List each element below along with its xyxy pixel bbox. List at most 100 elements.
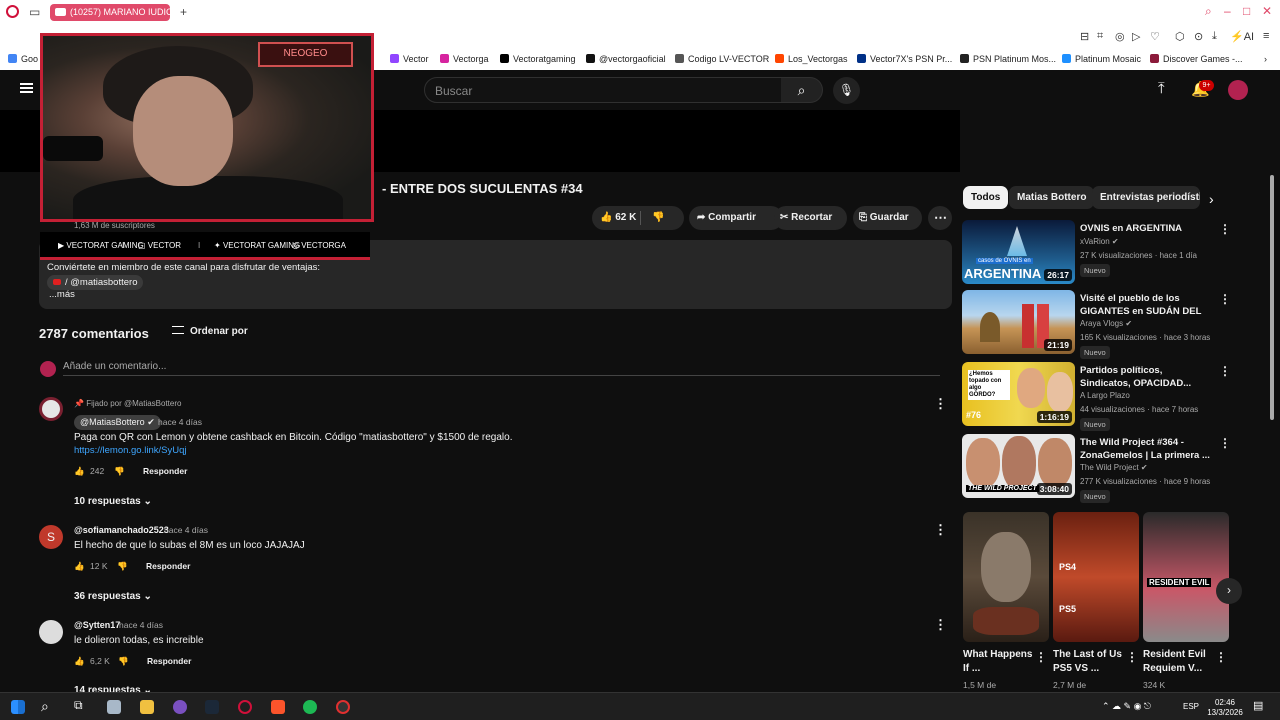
maximize-icon[interactable]: □ (1243, 4, 1250, 18)
search-button[interactable]: ⌕ (781, 77, 823, 103)
comment-avatar[interactable] (39, 620, 63, 644)
app-icon[interactable] (173, 700, 187, 714)
comment-menu-icon[interactable]: ⋮ (934, 522, 947, 538)
snapshot-icon[interactable]: ⌗ (1097, 30, 1103, 43)
like-icon[interactable]: 👍 (74, 466, 85, 477)
bookmark-item[interactable]: PSN Platinum Mos... (960, 54, 1056, 64)
minimize-icon[interactable]: – (1224, 4, 1231, 18)
upload-icon[interactable]: ⤒ (1158, 80, 1165, 97)
like-dislike-button[interactable]: 👍 62 K 👎 (592, 206, 684, 230)
search-tabs-icon[interactable]: ⌕ (1205, 4, 1212, 19)
workspaces-icon[interactable]: ▭ (29, 5, 40, 19)
notifications-icon[interactable]: ▤ (1253, 699, 1263, 712)
short-thumbnail[interactable]: RESIDENT EVIL (1143, 512, 1229, 642)
video-thumbnail[interactable]: ¿Hemos topado con algo GORDO? #76 1:16:1… (962, 362, 1075, 426)
related-video[interactable]: casos de OVNIS en ARGENTINA 26:17 OVNIS … (962, 220, 1232, 286)
related-video[interactable]: THE WILD PROJECT 3:08:40 The Wild Projec… (962, 434, 1232, 503)
page-scrollbar[interactable] (1270, 175, 1274, 420)
comment-author[interactable]: @sofiamanchado2523 (74, 525, 169, 535)
file-explorer-icon[interactable] (140, 700, 154, 714)
bookmark-item[interactable]: @vectorgaoficial (586, 54, 666, 64)
channel-name[interactable]: xVaRion ✔ (1080, 237, 1119, 246)
short-thumbnail[interactable]: PS4 PS5 (1053, 512, 1139, 642)
bookmark-item[interactable]: Los_Vectorgas (775, 54, 848, 64)
chip-interviews[interactable]: Entrevistas periodístic (1092, 186, 1200, 209)
extensions-icon[interactable]: ⬡ (1175, 30, 1185, 43)
chevron-right-icon[interactable]: › (1209, 191, 1214, 207)
search-icon[interactable]: ⌕ (41, 698, 49, 715)
voice-search-button[interactable]: 🎙 (833, 77, 860, 104)
video-menu-icon[interactable]: ⋮ (1219, 436, 1231, 450)
channel-link-chip[interactable]: / @matiasbottero (47, 275, 144, 290)
short-menu-icon[interactable]: ⋮ (1126, 650, 1138, 664)
comment-author[interactable]: @Sytten17 (74, 620, 120, 630)
opera-logo-icon[interactable] (6, 5, 19, 18)
short-title[interactable]: Resident Evil Requiem V... (1143, 648, 1221, 676)
reply-button[interactable]: Responder (146, 561, 190, 571)
chip-channel[interactable]: Matias Bottero (1009, 186, 1095, 209)
description-more[interactable]: ...más (49, 289, 75, 300)
video-menu-icon[interactable]: ⋮ (1219, 292, 1231, 306)
channel-name[interactable]: The Wild Project ✔ (1080, 463, 1148, 472)
channel-name[interactable]: A Largo Plazo (1080, 391, 1130, 400)
replies-toggle[interactable]: 10 respuestas ⌄ (74, 496, 152, 507)
comment-date[interactable]: hace 4 días (119, 620, 163, 630)
dislike-icon[interactable]: 👎 (118, 656, 129, 667)
extension-icon[interactable]: ⊟ (1080, 30, 1089, 43)
close-icon[interactable]: ✕ (1262, 4, 1272, 18)
comment-author[interactable]: @MatiasBottero ✔ (74, 415, 161, 430)
related-video[interactable]: 21:19 Visité el pueblo de los GIGANTES e… (962, 290, 1232, 359)
account-avatar[interactable] (1228, 80, 1248, 100)
comment-avatar[interactable]: S (39, 525, 63, 549)
dislike-icon[interactable]: 👎 (117, 561, 128, 572)
like-icon[interactable]: 👍 (74, 561, 85, 572)
bookmark-item[interactable]: Platinum Mosaic (1062, 54, 1141, 64)
camera-icon[interactable]: ◎ (1115, 30, 1125, 43)
like-icon[interactable]: 👍 (74, 656, 85, 667)
start-icon[interactable] (11, 700, 25, 714)
bookmark-item[interactable]: Vectoratgaming (500, 54, 576, 64)
channel-name[interactable]: Araya Vlogs ✔ (1080, 319, 1132, 328)
reply-button[interactable]: Responder (143, 466, 187, 476)
short-menu-icon[interactable]: ⋮ (1215, 650, 1227, 664)
bookmark-item[interactable]: Codigo LV-VECTOR (675, 54, 769, 64)
more-actions-button[interactable]: ⋯ (928, 206, 952, 230)
video-title[interactable]: The Wild Project #364 - ZonaGemelos | La… (1080, 436, 1212, 462)
short-title[interactable]: The Last of Us PS5 VS ... (1053, 648, 1131, 676)
bookmark-item[interactable]: Vectorga (440, 54, 489, 64)
comment-link[interactable]: https://lemon.go.link/SyUqj (74, 445, 186, 456)
menu-icon[interactable]: ≡ (1263, 30, 1269, 42)
comment-date[interactable]: hace 4 días (164, 525, 208, 535)
save-button[interactable]: ⎘ Guardar (853, 206, 922, 230)
dislike-icon[interactable]: 👎 (114, 466, 125, 477)
spotify-icon[interactable] (303, 700, 317, 714)
bookmark-item[interactable]: Goo (8, 54, 38, 64)
sort-button[interactable]: Ordenar por (172, 326, 248, 337)
clock[interactable]: 02:46 13/3/2026 (1199, 698, 1251, 718)
play-icon[interactable]: ▷ (1132, 30, 1140, 43)
profile-icon[interactable]: ⊙ (1194, 30, 1203, 43)
opera-icon[interactable] (238, 700, 252, 714)
video-thumbnail[interactable]: casos de OVNIS en ARGENTINA 26:17 (962, 220, 1075, 284)
brave-icon[interactable] (271, 700, 285, 714)
comment-menu-icon[interactable]: ⋮ (934, 617, 947, 633)
heart-icon[interactable]: ♡ (1150, 30, 1160, 43)
search-input[interactable]: Buscar (424, 77, 782, 103)
thumbs-down-icon[interactable]: 👎 (652, 206, 664, 230)
share-button[interactable]: ➦ Compartir (689, 206, 783, 230)
comment-menu-icon[interactable]: ⋮ (934, 396, 947, 412)
steam-icon[interactable] (205, 700, 219, 714)
tray-icons[interactable]: ⌃ ☁ ✎ ◉ ⎋ (1102, 701, 1151, 712)
new-tab-icon[interactable]: + (180, 5, 187, 19)
app-icon[interactable] (107, 700, 121, 714)
obs-icon[interactable] (336, 700, 350, 714)
browser-tab-active[interactable]: (10257) MARIANO IUDICA (50, 4, 170, 21)
related-video[interactable]: ¿Hemos topado con algo GORDO? #76 1:16:1… (962, 362, 1232, 431)
shorts-next-button[interactable]: › (1216, 578, 1242, 604)
language-indicator[interactable]: ESP (1183, 702, 1199, 711)
bookmark-item[interactable]: Vector7X's PSN Pr... (857, 54, 952, 64)
clip-button[interactable]: ✂ Recortar (774, 206, 847, 230)
replies-toggle[interactable]: 36 respuestas ⌄ (74, 591, 152, 602)
menu-hamburger-icon[interactable] (20, 83, 33, 93)
video-title[interactable]: Partidos políticos, Sindicatos, OPACIDAD… (1080, 364, 1212, 390)
